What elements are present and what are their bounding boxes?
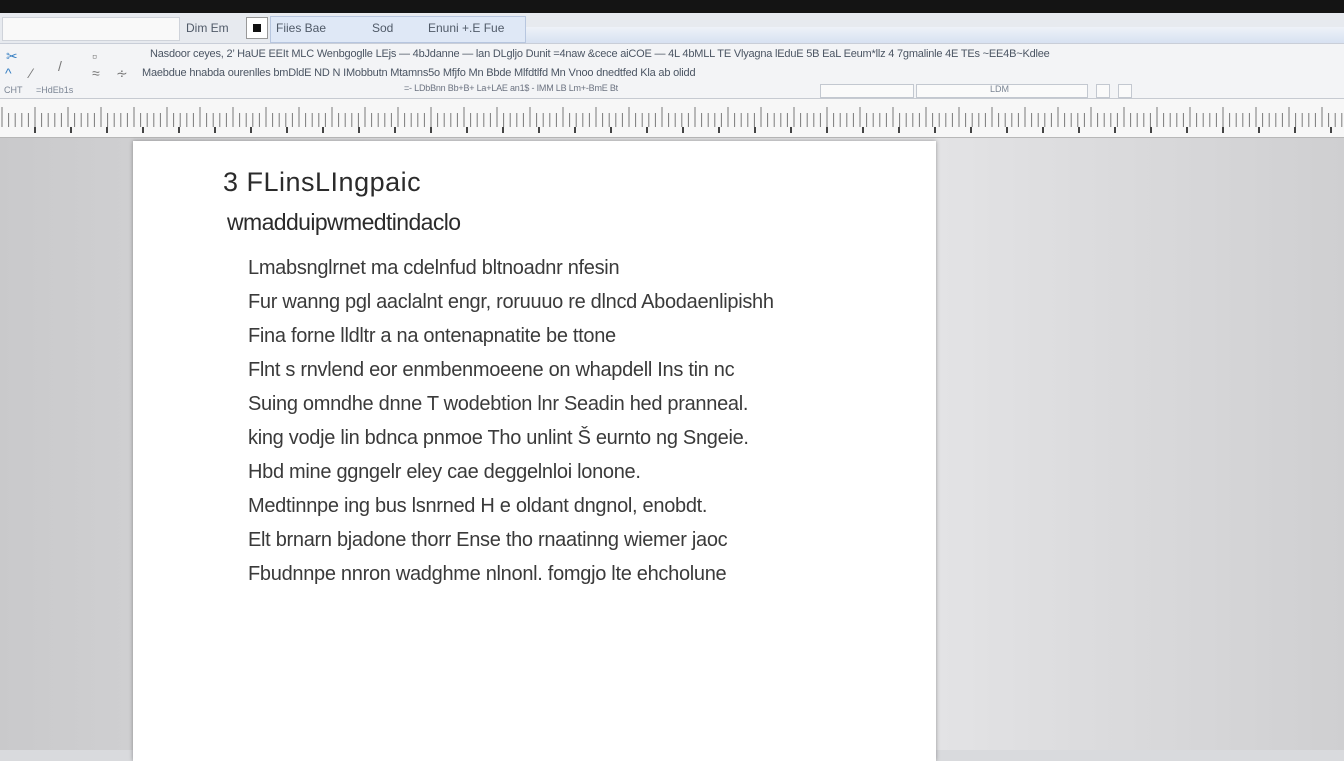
- view-button-1[interactable]: [1096, 84, 1110, 98]
- document-heading-1: 3 FLinsLIngpaic: [223, 167, 422, 197]
- body-line: Lmabsnglrnet ma cdelnfud bltnoadnr nfesi…: [248, 257, 620, 279]
- ruler-major-marker: [862, 127, 864, 133]
- cut-icon[interactable]: ✂: [6, 48, 18, 64]
- view-button-2[interactable]: [1118, 84, 1132, 98]
- ruler-major-marker: [106, 127, 108, 133]
- ruler-major-marker: [754, 127, 756, 133]
- ruler-major-marker: [1258, 127, 1260, 133]
- ruler-major-marker: [358, 127, 360, 133]
- document-page[interactable]: 3 FLinsLIngpaic wmadduipwmedtindaclo Lma…: [133, 141, 936, 761]
- ruler-major-marker: [1042, 127, 1044, 133]
- copy-icon[interactable]: ▫: [92, 48, 97, 64]
- ruler-major-marker: [646, 127, 648, 133]
- ruler-major-marker: [286, 127, 288, 133]
- ruler-major-marker: [322, 127, 324, 133]
- body-line: Elt brnarn bjadone thorr Ense tho rnaati…: [248, 529, 728, 551]
- ruler-major-marker: [1294, 127, 1296, 133]
- ruler-major-marker: [142, 127, 144, 133]
- tab-left[interactable]: Dim Em: [186, 19, 229, 37]
- ribbon-toolbar: ✂ ^ ⁄ / ▫ ≈ ∻ CHT =HdEb1s Nasdoor ceyes,…: [0, 44, 1344, 99]
- ribbon-command-row-3[interactable]: =- LDbBnn Bb+B+ La+LAE an1$ - IMM LB Lm+…: [404, 83, 618, 93]
- ruler-major-marker: [1078, 127, 1080, 133]
- caret-up-icon[interactable]: ^: [5, 65, 12, 81]
- body-line: Medtinnpe ing bus lsnrned H e oldant dng…: [248, 495, 708, 517]
- brush-icon[interactable]: ⁄: [30, 65, 32, 81]
- ruler-major-marker: [1006, 127, 1008, 133]
- ruler-major-marker: [538, 127, 540, 133]
- ruler-major-marker: [394, 127, 396, 133]
- ruler-major-marker: [718, 127, 720, 133]
- body-line: Suing omndhe dnne T wodebtion lnr Seadin…: [248, 393, 749, 415]
- tab-gradient-strip: [526, 27, 1344, 43]
- divider-icon: /: [58, 58, 62, 74]
- ruler-major-marker: [430, 127, 432, 133]
- ruler-major-marker: [466, 127, 468, 133]
- body-line: Fur wanng pgl aaclalnt engr, roruuuo re …: [248, 291, 774, 313]
- ribbon-command-row-2[interactable]: Maebdue hnabda ourenlles bmDldE ND N IMo…: [142, 67, 696, 79]
- ruler-major-marker: [574, 127, 576, 133]
- window-title-bar: [0, 0, 1344, 13]
- body-line: Fina forne lldltr a na ontenapnatite be …: [248, 325, 616, 347]
- document-body: Lmabsnglrnet ma cdelnfud bltnoadnr nfesi…: [248, 251, 774, 591]
- body-line: king vodje lin bdnca pnmoe Tho unlint Š …: [248, 427, 749, 449]
- body-line: Flnt s rnvlend eor enmbenmoeene on whapd…: [248, 359, 735, 381]
- format-icon[interactable]: ∻: [116, 65, 128, 81]
- tab-row: Dim Em Fiies Bae Sod Enuni +.E Fue: [0, 13, 1344, 44]
- ruler-major-marker: [610, 127, 612, 133]
- ruler-major-marker: [70, 127, 72, 133]
- ruler-major-marker: [1114, 127, 1116, 133]
- body-line: Fbudnnpe nnron wadghme nlnonl. fomgjo lt…: [248, 563, 727, 585]
- tab-mid[interactable]: Fiies Bae: [276, 19, 326, 37]
- ruler-major-marker: [898, 127, 900, 133]
- ruler-major-marker: [970, 127, 972, 133]
- paste-icon[interactable]: ≈: [92, 65, 100, 81]
- ribbon-command-row-1[interactable]: Nasdoor ceyes, 2’ HaUE EEIt MLC Wenbgogl…: [150, 48, 1050, 60]
- stop-icon[interactable]: [246, 17, 268, 39]
- ribbon-left-label-2: =HdEb1s: [36, 85, 74, 95]
- ruler-major-marker: [34, 127, 36, 133]
- ruler-major-marker: [790, 127, 792, 133]
- ruler-major-marker: [1186, 127, 1188, 133]
- ruler-major-marker: [826, 127, 828, 133]
- ruler-major-marker: [934, 127, 936, 133]
- document-heading-2: wmadduipwmedtindaclo: [227, 209, 461, 235]
- ruler-major-marker: [1150, 127, 1152, 133]
- ruler-major-marker: [1330, 127, 1332, 133]
- ruler-major-marker: [1222, 127, 1224, 133]
- ruler-major-marker: [502, 127, 504, 133]
- font-size-box[interactable]: [820, 84, 914, 98]
- ruler-major-marker: [214, 127, 216, 133]
- ruler-ticks: [1, 107, 1343, 133]
- horizontal-ruler[interactable]: [0, 99, 1344, 138]
- tab-mid2[interactable]: Sod: [372, 19, 393, 37]
- tab-active[interactable]: Enuni +.E Fue: [428, 19, 504, 37]
- zoom-label: LDM: [990, 84, 1010, 94]
- name-box[interactable]: [2, 17, 180, 41]
- ruler-major-marker: [250, 127, 252, 133]
- ruler-major-marker: [682, 127, 684, 133]
- ribbon-left-label: CHT: [4, 85, 23, 95]
- ruler-major-marker: [178, 127, 180, 133]
- body-line: Hbd mine ggngelr eley cae deggelnloi lon…: [248, 461, 641, 483]
